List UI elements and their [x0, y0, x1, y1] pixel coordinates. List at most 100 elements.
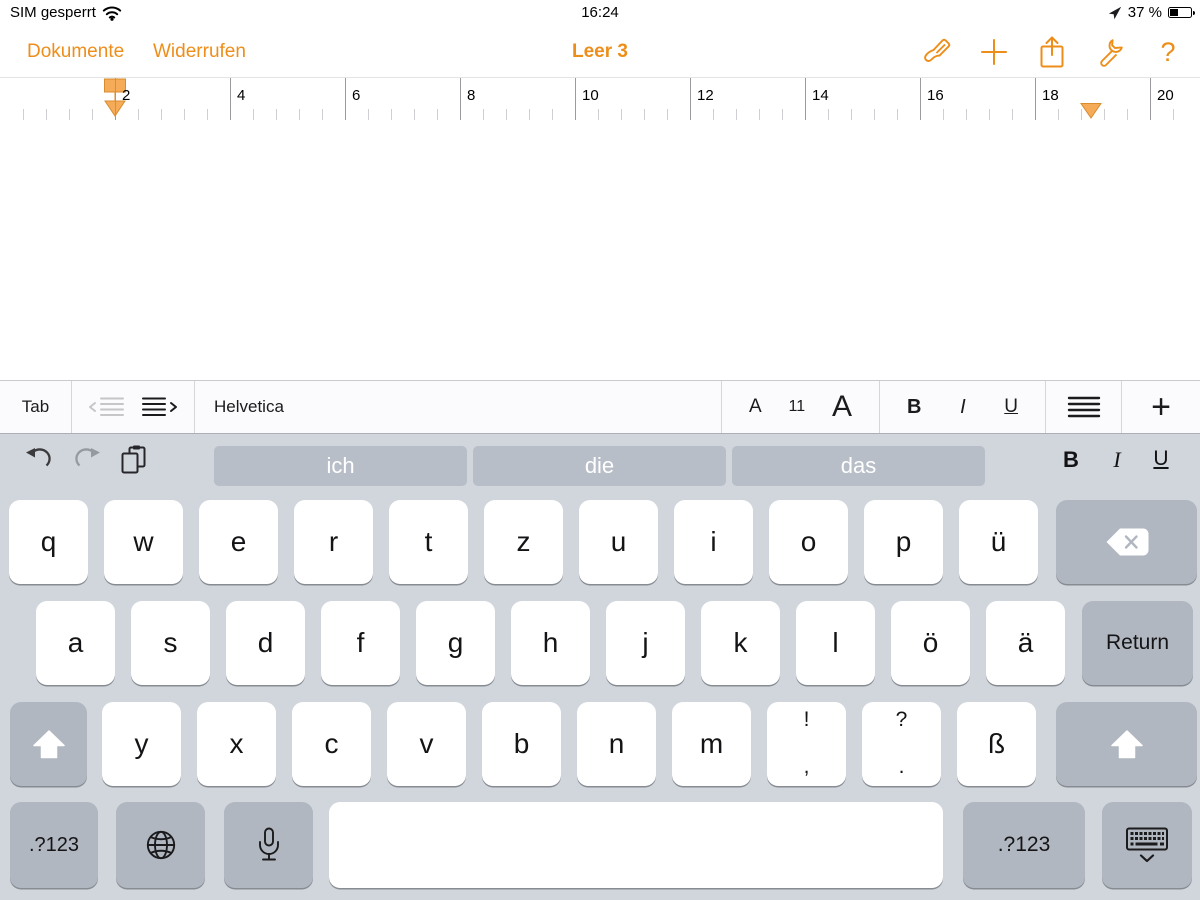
- paste-icon[interactable]: [120, 445, 148, 480]
- ruler-tick: [552, 109, 553, 120]
- font-name-button[interactable]: Helvetica: [195, 381, 722, 433]
- key-a[interactable]: a: [36, 601, 115, 685]
- key-f[interactable]: f: [321, 601, 400, 685]
- kb-italic-button[interactable]: I: [1102, 447, 1132, 473]
- key-!,[interactable]: !,: [767, 702, 846, 786]
- ruler-tick: [138, 109, 139, 120]
- kb-bold-button[interactable]: B: [1056, 447, 1086, 473]
- tools-button[interactable]: [1094, 34, 1126, 70]
- key-p[interactable]: p: [864, 500, 943, 584]
- tab-button[interactable]: Tab: [0, 381, 72, 433]
- decrease-size-button[interactable]: A: [749, 396, 762, 418]
- ruler-tick: [1081, 109, 1082, 120]
- status-bar: SIM gesperrt 16:24 37 %: [0, 0, 1200, 26]
- location-icon: [1108, 6, 1122, 20]
- suggestion-pill[interactable]: ich: [214, 446, 467, 486]
- ruler-label: 8: [467, 87, 475, 104]
- key-e[interactable]: e: [199, 500, 278, 584]
- key-w[interactable]: w: [104, 500, 183, 584]
- outdent-icon[interactable]: [88, 394, 125, 420]
- ruler-tick: [92, 109, 93, 120]
- increase-size-button[interactable]: A: [832, 390, 852, 424]
- share-button[interactable]: [1036, 34, 1068, 70]
- document-canvas[interactable]: [0, 120, 1200, 380]
- question-mark-icon: ?: [1160, 37, 1175, 68]
- ruler-label: 16: [927, 87, 944, 104]
- dismiss-keyboard-key[interactable]: [1102, 802, 1192, 888]
- key-ö[interactable]: ö: [891, 601, 970, 685]
- ruler-tick: [1173, 109, 1174, 120]
- backspace-key[interactable]: [1056, 500, 1197, 584]
- key-b[interactable]: b: [482, 702, 561, 786]
- redo-icon[interactable]: [74, 445, 102, 476]
- dictation-key[interactable]: [224, 802, 313, 888]
- ruler-label: 6: [352, 87, 360, 104]
- keyboard-dismiss-icon: [1124, 826, 1170, 864]
- key-j[interactable]: j: [606, 601, 685, 685]
- key-u[interactable]: u: [579, 500, 658, 584]
- space-key[interactable]: [329, 802, 943, 888]
- justify-icon: [1067, 395, 1101, 419]
- key-y[interactable]: y: [102, 702, 181, 786]
- key-h[interactable]: h: [511, 601, 590, 685]
- font-size-value: 11: [789, 398, 806, 416]
- bold-button[interactable]: B: [907, 396, 921, 419]
- ruler-tick: [368, 109, 369, 120]
- underline-button[interactable]: U: [1004, 396, 1018, 418]
- globe-icon: [144, 828, 178, 862]
- insert-button[interactable]: [978, 34, 1010, 70]
- suggestion-pill[interactable]: das: [732, 446, 985, 486]
- key-ä[interactable]: ä: [986, 601, 1065, 685]
- ruler-label: 4: [237, 87, 245, 104]
- help-button[interactable]: ?: [1152, 34, 1184, 70]
- clock: 16:24: [0, 4, 1200, 21]
- key-k[interactable]: k: [701, 601, 780, 685]
- return-key[interactable]: Return: [1082, 601, 1193, 685]
- ruler-tick: [736, 109, 737, 120]
- suggestion-pill[interactable]: die: [473, 446, 726, 486]
- key-?.[interactable]: ?.: [862, 702, 941, 786]
- key-i[interactable]: i: [674, 500, 753, 584]
- ruler-label: 12: [697, 87, 714, 104]
- key-ß[interactable]: ß: [957, 702, 1036, 786]
- shift-right-key[interactable]: [1056, 702, 1197, 786]
- italic-button[interactable]: I: [960, 396, 966, 419]
- key-x[interactable]: x: [197, 702, 276, 786]
- globe-key[interactable]: [116, 802, 205, 888]
- key-v[interactable]: v: [387, 702, 466, 786]
- ruler-label: 10: [582, 87, 599, 104]
- key-z[interactable]: z: [484, 500, 563, 584]
- key-o[interactable]: o: [769, 500, 848, 584]
- key-s[interactable]: s: [131, 601, 210, 685]
- right-indent-marker[interactable]: [1079, 102, 1103, 120]
- key-q[interactable]: q: [9, 500, 88, 584]
- key-d[interactable]: d: [226, 601, 305, 685]
- ruler-tick: [713, 109, 714, 120]
- key-l[interactable]: l: [796, 601, 875, 685]
- key-t[interactable]: t: [389, 500, 468, 584]
- ruler[interactable]: 2468101214161820: [0, 77, 1200, 121]
- battery-percent: 37 %: [1128, 4, 1162, 21]
- key-row-2: asdfghjklöä: [36, 601, 1065, 685]
- key-m[interactable]: m: [672, 702, 751, 786]
- ruler-tick: [1012, 109, 1013, 120]
- shift-left-key[interactable]: [10, 702, 87, 786]
- kb-underline-button[interactable]: U: [1146, 447, 1176, 471]
- symbols-key-left[interactable]: .?123: [10, 802, 98, 888]
- key-r[interactable]: r: [294, 500, 373, 584]
- ruler-gridline: [115, 78, 116, 120]
- alignment-button[interactable]: [1046, 381, 1122, 433]
- ruler-tick: [897, 109, 898, 120]
- key-c[interactable]: c: [292, 702, 371, 786]
- key-ü[interactable]: ü: [959, 500, 1038, 584]
- format-brush-button[interactable]: [920, 34, 952, 70]
- key-n[interactable]: n: [577, 702, 656, 786]
- undo-icon[interactable]: [24, 445, 52, 476]
- indent-icon[interactable]: [141, 394, 178, 420]
- symbols-key-right[interactable]: .?123: [963, 802, 1085, 888]
- key-g[interactable]: g: [416, 601, 495, 685]
- ruler-tick: [667, 109, 668, 120]
- font-size-controls: A 11 A: [722, 381, 880, 433]
- ruler-tick: [1127, 109, 1128, 120]
- add-format-button[interactable]: +: [1122, 381, 1200, 433]
